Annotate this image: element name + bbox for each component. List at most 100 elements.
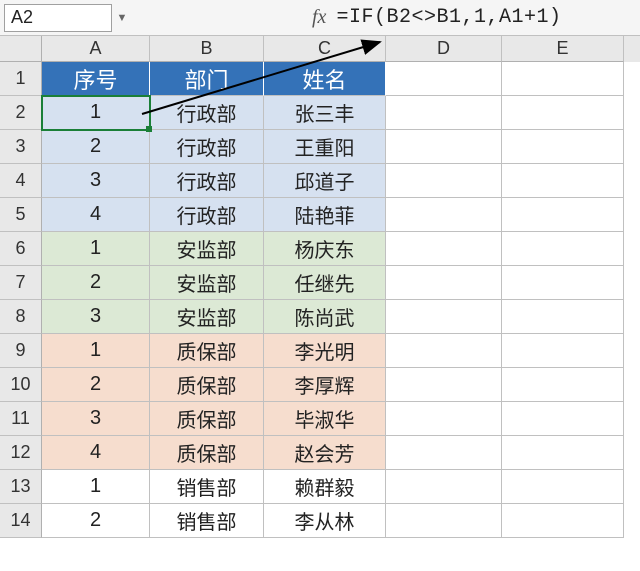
col-header-d[interactable]: D bbox=[386, 36, 502, 62]
cell-seq[interactable]: 4 bbox=[42, 198, 150, 232]
row-number[interactable]: 3 bbox=[0, 130, 42, 164]
header-cell-seq[interactable]: 序号 bbox=[42, 62, 150, 96]
cell-name[interactable]: 杨庆东 bbox=[264, 232, 386, 266]
formula-bar: A2 ▼ fx =IF(B2<>B1,1,A1+1) bbox=[0, 0, 640, 36]
empty-cell[interactable] bbox=[502, 164, 624, 198]
cell-seq[interactable]: 4 bbox=[42, 436, 150, 470]
cell-dept[interactable]: 销售部 bbox=[150, 504, 264, 538]
empty-cell[interactable] bbox=[386, 504, 502, 538]
cell-dept[interactable]: 质保部 bbox=[150, 402, 264, 436]
empty-cell[interactable] bbox=[386, 402, 502, 436]
row-number[interactable]: 8 bbox=[0, 300, 42, 334]
cell-name[interactable]: 王重阳 bbox=[264, 130, 386, 164]
cell-name[interactable]: 李从林 bbox=[264, 504, 386, 538]
cell-dept[interactable]: 行政部 bbox=[150, 96, 264, 130]
cell-name[interactable]: 邱道子 bbox=[264, 164, 386, 198]
row-number[interactable]: 13 bbox=[0, 470, 42, 504]
row-number[interactable]: 14 bbox=[0, 504, 42, 538]
cell-seq[interactable]: 2 bbox=[42, 504, 150, 538]
cell-seq[interactable]: 1 bbox=[42, 470, 150, 504]
col-header-a[interactable]: A bbox=[42, 36, 150, 62]
cell-seq[interactable]: 2 bbox=[42, 368, 150, 402]
fill-handle[interactable] bbox=[146, 126, 152, 132]
empty-cell[interactable] bbox=[386, 62, 502, 96]
empty-cell[interactable] bbox=[386, 130, 502, 164]
row-number[interactable]: 2 bbox=[0, 96, 42, 130]
cell-dept[interactable]: 销售部 bbox=[150, 470, 264, 504]
cell-name[interactable]: 赵会芳 bbox=[264, 436, 386, 470]
empty-cell[interactable] bbox=[386, 300, 502, 334]
cell-seq[interactable]: 3 bbox=[42, 300, 150, 334]
row-number[interactable]: 7 bbox=[0, 266, 42, 300]
empty-cell[interactable] bbox=[502, 504, 624, 538]
cell-dept[interactable]: 质保部 bbox=[150, 368, 264, 402]
cell-dept[interactable]: 安监部 bbox=[150, 232, 264, 266]
table-row: 43行政部邱道子 bbox=[0, 164, 640, 198]
cell-seq[interactable]: 1 bbox=[42, 96, 150, 130]
select-all-corner[interactable] bbox=[0, 36, 42, 62]
empty-cell[interactable] bbox=[386, 198, 502, 232]
row-number[interactable]: 6 bbox=[0, 232, 42, 266]
cell-name[interactable]: 任继先 bbox=[264, 266, 386, 300]
row-number[interactable]: 10 bbox=[0, 368, 42, 402]
cell-seq[interactable]: 3 bbox=[42, 402, 150, 436]
row-number[interactable]: 5 bbox=[0, 198, 42, 232]
row-number[interactable]: 9 bbox=[0, 334, 42, 368]
row-number[interactable]: 12 bbox=[0, 436, 42, 470]
cell-seq[interactable]: 1 bbox=[42, 232, 150, 266]
cell-dept[interactable]: 安监部 bbox=[150, 266, 264, 300]
empty-cell[interactable] bbox=[502, 470, 624, 504]
empty-cell[interactable] bbox=[502, 130, 624, 164]
cell-name[interactable]: 赖群毅 bbox=[264, 470, 386, 504]
row-number[interactable]: 11 bbox=[0, 402, 42, 436]
name-box[interactable]: A2 bbox=[4, 4, 112, 32]
name-box-dropdown-icon[interactable]: ▼ bbox=[112, 12, 132, 24]
empty-cell[interactable] bbox=[386, 436, 502, 470]
cell-dept[interactable]: 行政部 bbox=[150, 130, 264, 164]
spreadsheet-grid: A B C D E 1序号部门姓名21行政部张三丰32行政部王重阳43行政部邱道… bbox=[0, 36, 640, 538]
col-header-b[interactable]: B bbox=[150, 36, 264, 62]
cell-seq[interactable]: 2 bbox=[42, 266, 150, 300]
cell-name[interactable]: 张三丰 bbox=[264, 96, 386, 130]
cell-seq[interactable]: 1 bbox=[42, 334, 150, 368]
table-row: 21行政部张三丰 bbox=[0, 96, 640, 130]
header-cell-dept[interactable]: 部门 bbox=[150, 62, 264, 96]
col-header-e[interactable]: E bbox=[502, 36, 624, 62]
cell-seq[interactable]: 3 bbox=[42, 164, 150, 198]
empty-cell[interactable] bbox=[502, 96, 624, 130]
empty-cell[interactable] bbox=[502, 62, 624, 96]
empty-cell[interactable] bbox=[386, 266, 502, 300]
header-cell-name[interactable]: 姓名 bbox=[264, 62, 386, 96]
empty-cell[interactable] bbox=[502, 402, 624, 436]
empty-cell[interactable] bbox=[386, 334, 502, 368]
row-number[interactable]: 1 bbox=[0, 62, 42, 96]
formula-input[interactable]: =IF(B2<>B1,1,A1+1) bbox=[336, 6, 561, 29]
empty-cell[interactable] bbox=[502, 266, 624, 300]
cell-dept[interactable]: 行政部 bbox=[150, 198, 264, 232]
empty-cell[interactable] bbox=[386, 470, 502, 504]
empty-cell[interactable] bbox=[502, 232, 624, 266]
cell-dept[interactable]: 质保部 bbox=[150, 334, 264, 368]
cell-seq[interactable]: 2 bbox=[42, 130, 150, 164]
empty-cell[interactable] bbox=[502, 300, 624, 334]
empty-cell[interactable] bbox=[502, 436, 624, 470]
empty-cell[interactable] bbox=[386, 368, 502, 402]
cell-dept[interactable]: 质保部 bbox=[150, 436, 264, 470]
cell-dept[interactable]: 安监部 bbox=[150, 300, 264, 334]
cell-name[interactable]: 陆艳菲 bbox=[264, 198, 386, 232]
row-number[interactable]: 4 bbox=[0, 164, 42, 198]
cell-name[interactable]: 李光明 bbox=[264, 334, 386, 368]
empty-cell[interactable] bbox=[502, 334, 624, 368]
col-header-c[interactable]: C bbox=[264, 36, 386, 62]
cell-name[interactable]: 陈尚武 bbox=[264, 300, 386, 334]
table-row: 113质保部毕淑华 bbox=[0, 402, 640, 436]
empty-cell[interactable] bbox=[386, 96, 502, 130]
empty-cell[interactable] bbox=[386, 232, 502, 266]
cell-name[interactable]: 毕淑华 bbox=[264, 402, 386, 436]
empty-cell[interactable] bbox=[502, 198, 624, 232]
empty-cell[interactable] bbox=[386, 164, 502, 198]
fx-icon[interactable]: fx bbox=[312, 6, 326, 29]
cell-name[interactable]: 李厚辉 bbox=[264, 368, 386, 402]
cell-dept[interactable]: 行政部 bbox=[150, 164, 264, 198]
empty-cell[interactable] bbox=[502, 368, 624, 402]
